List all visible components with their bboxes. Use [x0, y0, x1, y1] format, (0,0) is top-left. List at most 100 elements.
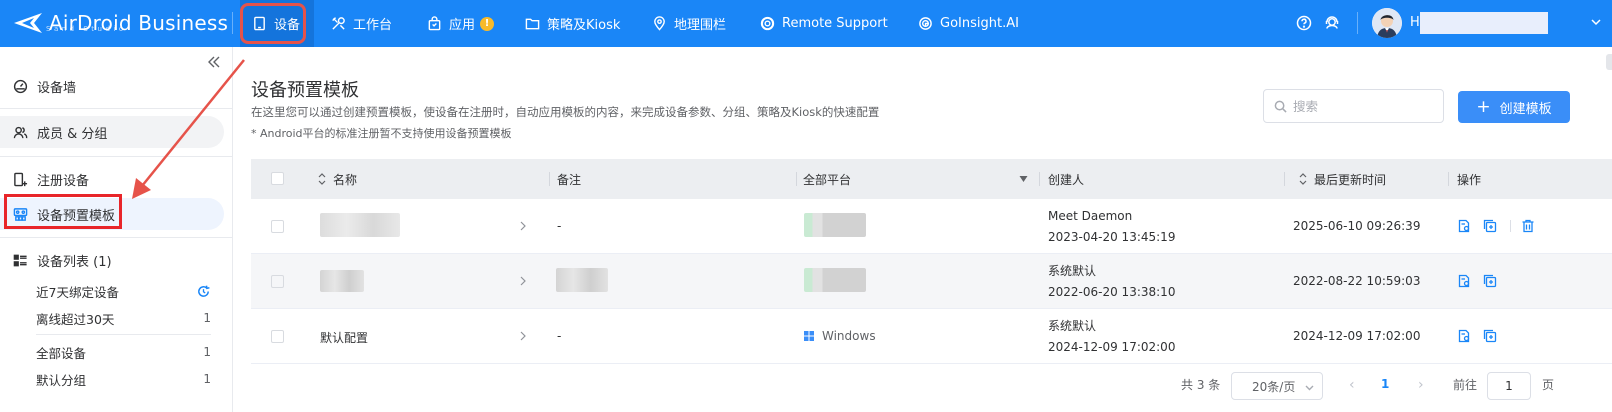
sidebar-item-device-templates[interactable]: 设备预置模板 [0, 198, 224, 230]
nav-apps[interactable]: 应用 ! [427, 0, 495, 47]
sidebar-item-members-groups[interactable]: 成员 & 分组 [0, 116, 224, 148]
sidebar-item-label: 注册设备 [37, 173, 90, 189]
list-icon [13, 254, 27, 266]
row-checkbox[interactable] [271, 220, 284, 233]
search-icon [1274, 100, 1287, 113]
chevron-right-icon[interactable] [519, 276, 527, 286]
column-header-platform[interactable]: 全部平台 [803, 159, 1028, 199]
remark-cell: - [557, 329, 562, 343]
goinsight-icon [919, 17, 932, 30]
sidebar-item-label: 设备墙 [37, 80, 77, 96]
page-description: 在这里您可以通过创建预置模板，使设备在注册时，自动应用模板的内容，来完成设备参数… [251, 105, 880, 119]
edit-template-icon[interactable] [1457, 218, 1471, 233]
nav-workbench[interactable]: 工作台 [331, 0, 392, 47]
sidebar-subitem-label: 全部设备 [36, 345, 87, 361]
table-row[interactable]: 默认配置 - Windows 系统默认 2024-12-09 17:02:00 … [251, 309, 1612, 364]
sidebar-subitem-recent-bound[interactable]: 近7天绑定设备 [36, 279, 211, 303]
table-header: 名称 备注 全部平台 创建人 最后更新时间 操作 [251, 159, 1612, 199]
sidebar-item-register-device[interactable]: 注册设备 [0, 163, 224, 195]
nav-policy-kiosk[interactable]: 策略及Kiosk [525, 0, 620, 47]
help-icon[interactable] [1295, 14, 1313, 32]
chevron-right-icon[interactable] [519, 221, 527, 231]
sidebar-subitem-label: 默认分组 [36, 372, 87, 388]
column-header-label: 名称 [333, 172, 358, 187]
sidebar-subitem-offline-30d[interactable]: 离线超过30天 1 [36, 306, 211, 330]
row-checkbox[interactable] [271, 330, 284, 343]
nav-goinsight-label: GoInsight.AI [940, 16, 1019, 31]
goto-page-input[interactable] [1487, 372, 1531, 400]
name-cell: 默认配置 [320, 331, 369, 345]
created-time: 2023-04-20 13:45:19 [1048, 230, 1176, 244]
current-page[interactable]: 1 [1381, 377, 1389, 391]
creator-name: Meet Daemon [1048, 209, 1133, 223]
creator-cell: Meet Daemon 2023-04-20 13:45:19 [1048, 206, 1175, 247]
sort-icon [1299, 173, 1307, 185]
sidebar-divider [0, 108, 233, 109]
page-size-select[interactable]: 20条/页 [1231, 372, 1323, 400]
windows-icon [804, 331, 814, 341]
column-header-label: 备注 [557, 172, 582, 187]
sidebar-subitem-label: 离线超过30天 [36, 311, 115, 327]
sidebar-item-device-wall[interactable]: 设备墙 [0, 70, 224, 102]
nav-goinsight[interactable]: GoInsight.AI [918, 0, 1019, 47]
sidebar-subitem-label: 近7天绑定设备 [36, 284, 119, 300]
goto-suffix: 页 [1542, 377, 1555, 392]
sidebar-item-label: 成员 & 分组 [37, 126, 108, 142]
column-header-name[interactable]: 名称 [317, 159, 357, 199]
column-divider [1039, 172, 1040, 186]
select-all-checkbox[interactable] [271, 172, 284, 185]
table-row[interactable]: 系统默认 2022-06-20 13:38:10 2022-08-22 10:5… [251, 254, 1612, 309]
header-divider [1357, 12, 1358, 34]
sidebar-subitem-all-devices[interactable]: 全部设备 1 [36, 340, 211, 364]
copy-template-icon[interactable] [1483, 218, 1497, 233]
prev-page-button[interactable]: ‹ [1349, 377, 1361, 393]
map-pin-icon [654, 16, 665, 31]
platform-redacted [804, 268, 866, 292]
nav-divider [232, 12, 233, 34]
nav-devices[interactable]: 设备 [240, 0, 315, 47]
page-title: 设备预置模板 [251, 80, 359, 101]
brand-logo[interactable]: AirDroid Business [12, 8, 228, 38]
create-template-button[interactable]: + 创建模板 [1458, 91, 1570, 123]
sidebar-subitem-count: 1 [203, 372, 211, 386]
plus-icon: + [1476, 96, 1491, 117]
search-input[interactable] [1293, 98, 1433, 114]
created-time: 2022-06-20 13:38:10 [1048, 285, 1176, 299]
chevron-right-icon[interactable] [519, 331, 527, 341]
nav-geofence[interactable]: 地理围栏 [652, 0, 726, 47]
refresh-icon[interactable] [196, 284, 211, 299]
sidebar-subitem-count: 1 [203, 311, 211, 325]
sidebar: 设备墙 成员 & 分组 注册设备 设备预置模板 设备列表 (1) 近7天绑定设备… [0, 47, 233, 412]
airdroid-logo-icon [14, 13, 42, 33]
side-panel-handle[interactable] [1606, 54, 1612, 70]
updated-time-cell: 2022-08-22 10:59:03 [1293, 274, 1421, 288]
next-page-button[interactable]: › [1418, 377, 1430, 393]
chevron-down-icon[interactable] [1590, 16, 1602, 28]
column-header-label: 最后更新时间 [1314, 172, 1387, 187]
created-time: 2024-12-09 17:02:00 [1048, 340, 1176, 354]
page-size-value: 20条/页 [1252, 379, 1296, 394]
collapse-sidebar-icon[interactable] [206, 54, 222, 70]
lifebuoy-icon [760, 16, 775, 31]
sort-icon [318, 173, 326, 185]
goto-prefix: 前往 [1453, 377, 1478, 392]
sidebar-subitem-default-group[interactable]: 默认分组 1 [36, 367, 211, 391]
table-row[interactable]: - Meet Daemon 2023-04-20 13:45:19 2025-0… [251, 199, 1612, 254]
platform-redacted [804, 213, 866, 237]
nav-remote-support[interactable]: Remote Support [760, 0, 888, 47]
column-header-actions: 操作 [1457, 159, 1481, 199]
search-box[interactable] [1263, 89, 1444, 123]
sidebar-item-device-list[interactable]: 设备列表 (1) [0, 244, 224, 276]
support-agent-icon[interactable] [1323, 14, 1341, 32]
copy-template-icon[interactable] [1483, 273, 1497, 288]
sidebar-divider [36, 334, 211, 335]
page-note: * Android平台的标准注册暂不支持使用设备预置模板 [251, 127, 512, 140]
row-checkbox[interactable] [271, 275, 284, 288]
edit-template-icon[interactable] [1457, 273, 1471, 288]
column-header-updated[interactable]: 最后更新时间 [1298, 159, 1386, 199]
edit-template-icon[interactable] [1457, 328, 1471, 343]
delete-template-icon[interactable] [1521, 218, 1535, 233]
column-divider [796, 172, 797, 186]
copy-template-icon[interactable] [1483, 328, 1497, 343]
user-avatar[interactable] [1372, 8, 1402, 38]
